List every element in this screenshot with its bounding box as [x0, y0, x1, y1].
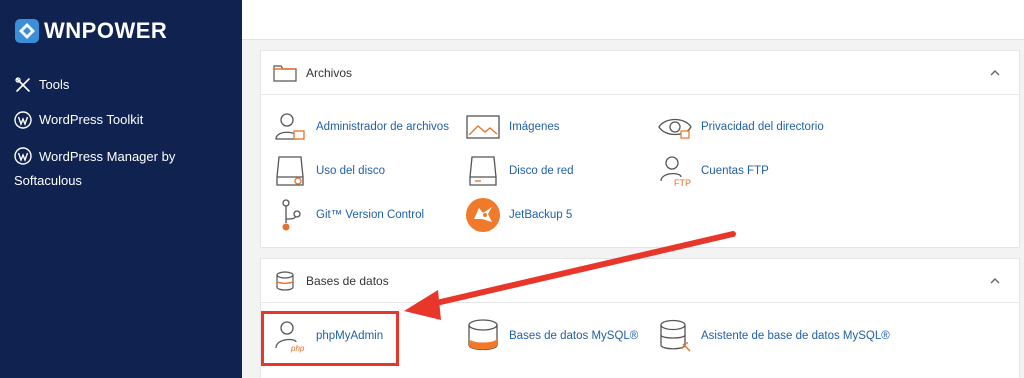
sidebar-item-label: WordPress Manager by Softaculous: [14, 144, 214, 193]
item-label: Cuentas FTP: [701, 164, 769, 177]
chevron-up-icon[interactable]: [989, 67, 1001, 79]
item-label: Disco de red: [509, 164, 574, 177]
item-label: Privacidad del directorio: [701, 120, 824, 133]
logo[interactable]: WNPOWER: [14, 18, 167, 44]
item-jetbackup[interactable]: JetBackup 5: [465, 197, 572, 233]
image-icon: [466, 115, 500, 139]
item-label: Git™ Version Control: [316, 208, 425, 221]
mysql-database-icon: [468, 319, 498, 351]
file-manager-icon: [275, 113, 305, 140]
sidebar-item-label: WordPress Toolkit: [39, 112, 144, 127]
sidebar: WNPOWER Tools WordPress Toolkit WordPres…: [0, 0, 242, 378]
tools-icon: [15, 77, 30, 92]
chevron-up-icon[interactable]: [989, 275, 1001, 287]
panel-title: Bases de datos: [306, 273, 389, 288]
highlight-box: [261, 311, 399, 366]
database-wizard-icon: [660, 319, 691, 352]
wordpress-icon: [14, 147, 32, 165]
folder-icon: [273, 64, 297, 82]
panel-header[interactable]: Archivos: [261, 51, 1019, 95]
item-label: Asistente de base de datos MySQL®: [701, 329, 890, 342]
wordpress-icon: [14, 111, 32, 129]
database-icon: [276, 270, 294, 291]
jetbackup-icon: [466, 198, 500, 232]
ftp-badge-text: FTP: [674, 178, 691, 188]
item-label: JetBackup 5: [509, 208, 573, 221]
sidebar-item-tools[interactable]: Tools: [14, 73, 69, 97]
item-file-manager[interactable]: Administrador de archivos: [272, 109, 449, 145]
item-images[interactable]: Imágenes: [465, 109, 560, 145]
logo-text: WNPOWER: [44, 18, 168, 43]
sidebar-item-wordpress-manager[interactable]: WordPress Manager by Softaculous: [14, 144, 214, 193]
panel-title: Archivos: [306, 65, 353, 80]
git-icon: [282, 199, 301, 231]
item-disk-usage[interactable]: Uso del disco: [272, 153, 385, 189]
network-disk-icon: [469, 156, 497, 186]
item-ftp-accounts[interactable]: FTP Cuentas FTP: [657, 153, 769, 189]
panel-header[interactable]: Bases de datos: [261, 259, 1019, 303]
ftp-user-icon: FTP: [660, 156, 691, 188]
item-network-disk[interactable]: Disco de red: [465, 153, 574, 189]
wnpower-logo-icon: [15, 19, 39, 43]
item-mysql-wizard[interactable]: Asistente de base de datos MySQL®: [657, 318, 890, 354]
top-bar: [242, 0, 1024, 40]
sidebar-item-text: WordPress Manager by Softaculous: [14, 149, 176, 188]
item-label: Uso del disco: [316, 164, 386, 177]
item-directory-privacy[interactable]: Privacidad del directorio: [657, 109, 824, 145]
item-label: Administrador de archivos: [316, 120, 449, 133]
sidebar-item-label: Tools: [39, 77, 70, 92]
disk-usage-icon: [276, 156, 304, 186]
item-mysql-databases[interactable]: Bases de datos MySQL®: [465, 318, 638, 354]
item-label: Bases de datos MySQL®: [509, 329, 639, 342]
item-label: Imágenes: [509, 120, 560, 133]
sidebar-item-wordpress-toolkit[interactable]: WordPress Toolkit: [14, 108, 143, 132]
eye-icon: [658, 118, 692, 139]
item-git-version-control[interactable]: Git™ Version Control: [272, 197, 424, 233]
